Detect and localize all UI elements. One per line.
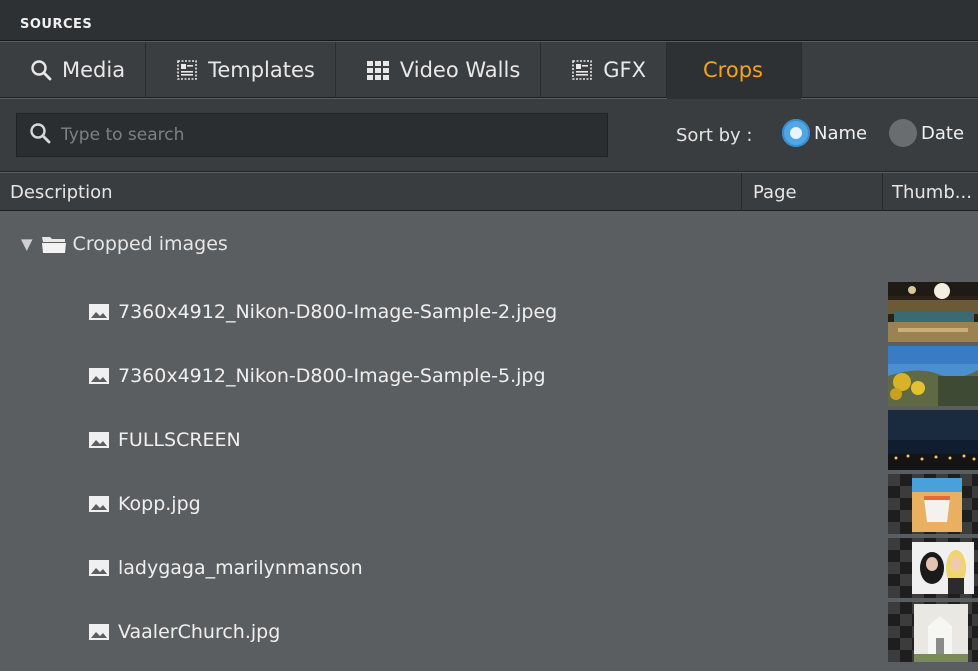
- panel-title: SOURCES: [20, 17, 93, 32]
- toolbar: Sort by : Name Date: [0, 99, 978, 172]
- tab-media-label: Media: [62, 58, 126, 82]
- image-icon: [88, 366, 110, 386]
- column-description[interactable]: Description: [10, 173, 113, 211]
- crop-tree: ▼ Cropped images 7360x4912_Nikon-D800-Im…: [0, 212, 978, 671]
- radio-selected-icon: [782, 119, 810, 147]
- image-icon: [88, 302, 110, 322]
- template-icon: [571, 59, 593, 81]
- folder-open-icon: [41, 234, 67, 254]
- sort-by-name-radio[interactable]: Name: [782, 119, 867, 147]
- item-label: FULLSCREEN: [118, 429, 241, 451]
- sort-date-label: Date: [921, 122, 965, 144]
- thumbnail: [888, 474, 978, 534]
- divider: [0, 40, 978, 41]
- tab-media[interactable]: Media: [0, 42, 147, 98]
- tab-gfx-label: GFX: [603, 58, 647, 82]
- search-icon: [30, 59, 52, 81]
- search-box[interactable]: [16, 113, 608, 157]
- search-input[interactable]: [61, 125, 581, 145]
- video-wall-icon: [366, 59, 390, 81]
- sort-name-label: Name: [814, 122, 868, 144]
- image-icon: [88, 558, 110, 578]
- list-item[interactable]: VaalerChurch.jpg: [0, 600, 978, 664]
- column-thumbnail[interactable]: Thumb...: [892, 173, 972, 211]
- image-icon: [88, 494, 110, 514]
- radio-unselected-icon: [889, 119, 917, 147]
- folder-row[interactable]: ▼ Cropped images: [0, 212, 978, 276]
- panel-header: SOURCES: [0, 0, 978, 41]
- column-header: Description Page Thumb...: [0, 173, 978, 211]
- tab-templates-label: Templates: [208, 58, 315, 82]
- thumbnail: [888, 282, 978, 342]
- item-label: VaalerChurch.jpg: [118, 621, 281, 643]
- sort-label: Sort by :: [676, 125, 753, 146]
- column-page[interactable]: Page: [753, 173, 797, 211]
- tab-video-walls[interactable]: Video Walls: [336, 42, 542, 98]
- image-icon: [88, 622, 110, 642]
- tab-crops[interactable]: Crops: [667, 42, 802, 99]
- expand-caret-icon[interactable]: ▼: [21, 235, 33, 253]
- list-item[interactable]: 7360x4912_Nikon-D800-Image-Sample-2.jpeg: [0, 280, 978, 344]
- column-divider[interactable]: [882, 173, 883, 211]
- item-label: 7360x4912_Nikon-D800-Image-Sample-2.jpeg: [118, 301, 558, 323]
- list-item[interactable]: FULLSCREEN: [0, 408, 978, 472]
- thumbnail: [888, 346, 978, 406]
- tab-crops-label: Crops: [703, 58, 763, 82]
- tab-templates[interactable]: Templates: [146, 42, 336, 98]
- tab-gfx[interactable]: GFX: [541, 42, 668, 98]
- search-icon: [29, 122, 51, 148]
- list-item[interactable]: 7360x4912_Nikon-D800-Image-Sample-5.jpg: [0, 344, 978, 408]
- source-tabs: Media Templates Video Walls GFX Crops: [0, 42, 978, 99]
- thumbnail: [888, 602, 978, 662]
- sort-by-date-radio[interactable]: Date: [889, 119, 964, 147]
- folder-label: Cropped images: [72, 233, 228, 255]
- column-divider[interactable]: [741, 173, 742, 211]
- list-item[interactable]: Kopp.jpg: [0, 472, 978, 536]
- list-item[interactable]: ladygaga_marilynmanson: [0, 536, 978, 600]
- item-label: Kopp.jpg: [118, 493, 201, 515]
- tab-video-walls-label: Video Walls: [399, 58, 521, 82]
- template-icon: [176, 59, 198, 81]
- item-label: 7360x4912_Nikon-D800-Image-Sample-5.jpg: [118, 365, 546, 387]
- thumbnail: [888, 538, 978, 598]
- image-icon: [88, 430, 110, 450]
- thumbnail: [888, 410, 978, 470]
- item-label: ladygaga_marilynmanson: [118, 557, 363, 579]
